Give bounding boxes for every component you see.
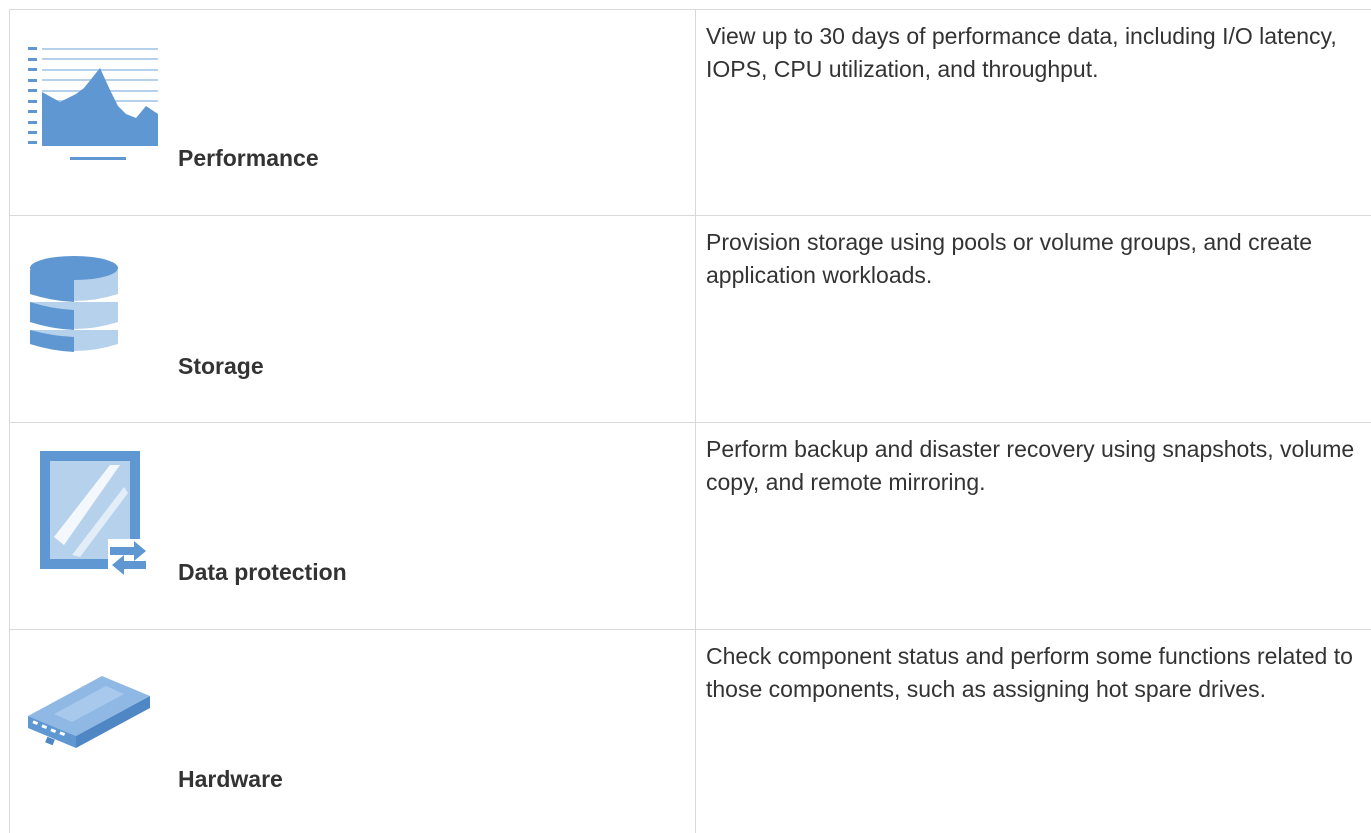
feature-desc-cell-hardware: Check component status and perform some …: [696, 630, 1371, 833]
feature-name-performance: Performance: [178, 145, 319, 172]
feature-description-storage: Provision storage using pools or volume …: [696, 216, 1371, 292]
feature-desc-cell-storage: Provision storage using pools or volume …: [696, 216, 1371, 423]
performance-chart-icon: [24, 44, 164, 169]
feature-description-hardware: Check component status and perform some …: [696, 630, 1371, 706]
hardware-controller-icon: [24, 666, 154, 761]
feature-description-data-protection: Perform backup and disaster recovery usi…: [696, 423, 1371, 499]
feature-cell-hardware: Hardware: [10, 630, 696, 833]
feature-name-hardware: Hardware: [178, 766, 283, 793]
feature-row-performance: Performance View up to 30 days of perfor…: [10, 10, 1371, 216]
feature-desc-cell-performance: View up to 30 days of performance data, …: [696, 10, 1371, 216]
feature-name-storage: Storage: [178, 353, 264, 380]
feature-row-hardware: Hardware Check component status and perf…: [10, 630, 1371, 833]
feature-cell-storage: Storage: [10, 216, 696, 423]
feature-cell-performance: Performance: [10, 10, 696, 216]
feature-row-storage: Storage Provision storage using pools or…: [10, 216, 1371, 423]
feature-desc-cell-data-protection: Perform backup and disaster recovery usi…: [696, 423, 1371, 630]
feature-description-performance: View up to 30 days of performance data, …: [696, 10, 1371, 86]
storage-stack-icon: [24, 250, 124, 367]
data-protection-mirror-icon: [24, 447, 154, 582]
feature-name-data-protection: Data protection: [178, 559, 347, 586]
feature-table: Performance View up to 30 days of perfor…: [9, 9, 1371, 833]
feature-row-data-protection: Data protection Perform backup and disas…: [10, 423, 1371, 630]
feature-cell-data-protection: Data protection: [10, 423, 696, 630]
